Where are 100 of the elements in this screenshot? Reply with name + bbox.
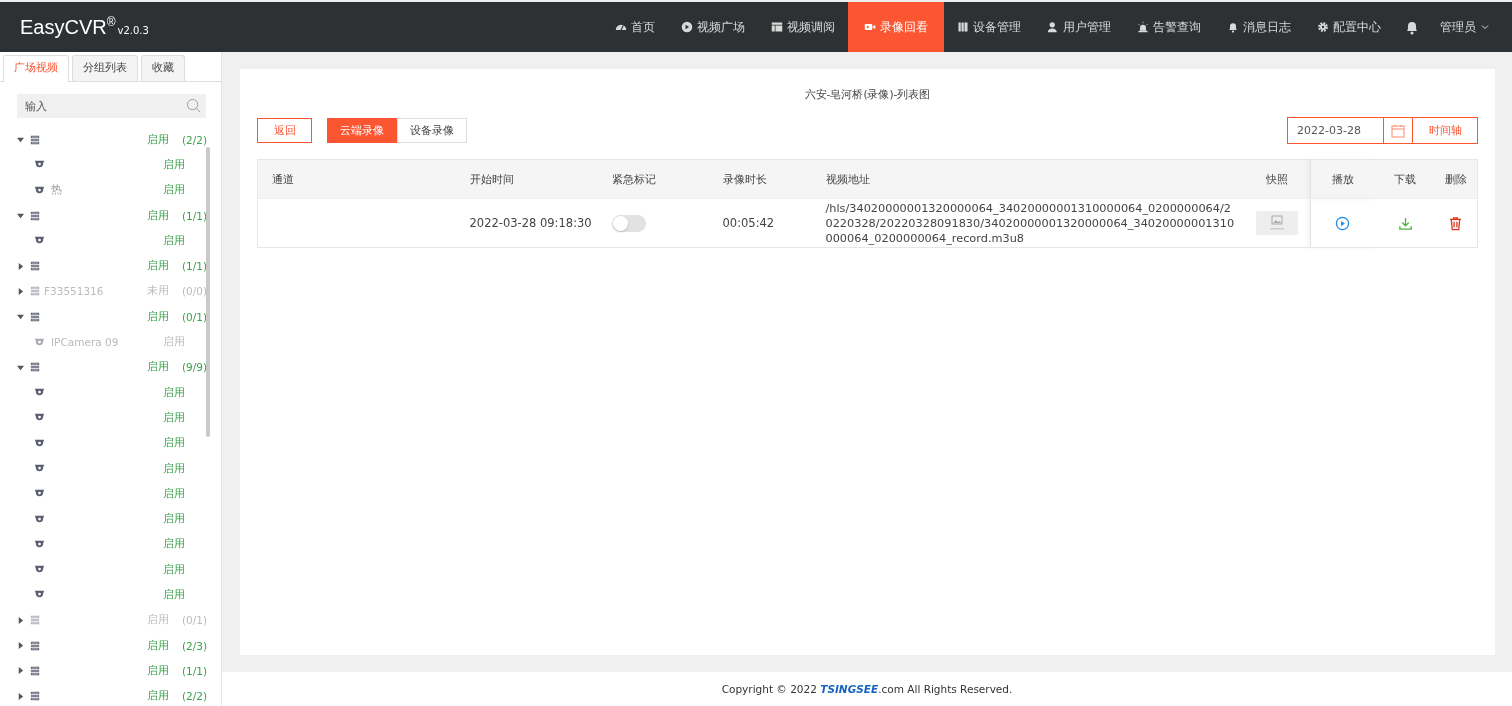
- play-icon: [681, 21, 693, 33]
- channel-count: (0/0): [180, 285, 207, 298]
- gear-icon: [1317, 21, 1329, 33]
- server-icon: [30, 210, 40, 221]
- grid-icon: [771, 21, 783, 33]
- group-name: F33551316: [44, 285, 104, 298]
- status-label: 启用: [163, 335, 185, 349]
- column-header: 播放: [1331, 172, 1354, 186]
- status-label: 启用: [163, 537, 185, 552]
- tree-camera-row[interactable]: 启用: [17, 228, 207, 254]
- siren-icon: [1137, 21, 1149, 33]
- caret-icon: [17, 262, 24, 270]
- nav-item[interactable]: 设备管理: [944, 2, 1034, 52]
- status-label: 启用: [147, 309, 169, 324]
- status-label: 启用: [147, 360, 169, 375]
- camera-name: 热: [51, 183, 62, 196]
- sidebar-tab[interactable]: 分组列表: [72, 55, 138, 81]
- bell-icon: [1227, 21, 1239, 33]
- status-label: 启用: [147, 638, 169, 653]
- status-label: 启用: [147, 663, 169, 678]
- source-tab[interactable]: 设备录像: [397, 118, 467, 143]
- caret-icon: [17, 616, 24, 624]
- column-header: 通道: [272, 172, 294, 186]
- tree-camera-row[interactable]: 启用: [17, 152, 207, 178]
- column-header: 删除: [1444, 172, 1467, 186]
- source-tab[interactable]: 云端录像: [327, 118, 397, 143]
- status-label: 启用: [147, 689, 169, 704]
- channel-count: (0/1): [180, 614, 207, 627]
- play-icon[interactable]: [1335, 215, 1351, 231]
- status-label: 启用: [163, 183, 185, 198]
- user-menu[interactable]: 管理员: [1434, 2, 1512, 52]
- nav-item[interactable]: 告警查询: [1124, 2, 1214, 52]
- server-icon: [30, 640, 40, 651]
- column-header: 紧急标记: [611, 172, 656, 186]
- server-icon: [30, 286, 40, 297]
- camera-icon: [34, 538, 45, 550]
- nav-item[interactable]: 配置中心: [1304, 2, 1394, 52]
- tree-camera-row[interactable]: 启用: [17, 506, 207, 532]
- channel-count: (1/1): [180, 209, 207, 222]
- camera-icon: [34, 463, 45, 474]
- camera-icon: [34, 336, 45, 348]
- download-icon[interactable]: [1397, 215, 1413, 231]
- sidebar-tab[interactable]: 广场视频: [3, 55, 69, 82]
- column-header: 视频地址: [825, 172, 870, 186]
- back-button[interactable]: 返回: [257, 118, 312, 143]
- tree-camera-row[interactable]: 启用: [17, 531, 207, 558]
- notification-bell-icon[interactable]: [1404, 19, 1420, 35]
- caret-icon: [17, 667, 24, 675]
- nav-item[interactable]: 消息日志: [1214, 2, 1304, 52]
- tree-group-row[interactable]: 启用 (9/9): [17, 354, 207, 380]
- caret-icon: [17, 363, 24, 371]
- copyright-text: Copyright © 2022 TSINGSEE.com All Rights Reserved.: [721, 683, 1013, 695]
- table-cell: 2022-03-28 09:18:30: [469, 216, 592, 230]
- toggle-switch[interactable]: [611, 214, 646, 232]
- camera-icon: [34, 184, 45, 196]
- tree-group-row[interactable]: 启用 (2/3): [17, 632, 207, 659]
- channel-count: (1/1): [180, 260, 207, 273]
- status-label: 启用: [163, 385, 185, 400]
- scrollbar[interactable]: [206, 147, 210, 437]
- nav-item[interactable]: 录像回看: [848, 2, 944, 52]
- camera-name: IPCamera 09: [51, 336, 119, 348]
- status-label: 未用: [147, 284, 169, 299]
- tree-camera-row[interactable]: 热 启用: [17, 177, 207, 203]
- channel-count: (1/1): [180, 664, 207, 677]
- tree-camera-row[interactable]: 启用: [17, 455, 207, 482]
- page-title: 六安-皂河桥(录像)-列表图: [803, 87, 932, 102]
- tree-group-row[interactable]: 启用 (1/1): [17, 202, 207, 229]
- nav-item[interactable]: 首页: [602, 2, 668, 52]
- caret-icon: [17, 642, 24, 650]
- nav-item[interactable]: 用户管理: [1034, 2, 1124, 52]
- trash-icon[interactable]: [1448, 215, 1464, 231]
- tree-group-row[interactable]: 启用 (2/2): [17, 127, 207, 153]
- server-icon: [30, 311, 40, 322]
- caret-icon: [17, 212, 24, 220]
- camera-icon: [34, 437, 45, 449]
- sidebar-tab[interactable]: 收藏: [141, 55, 185, 81]
- tree-camera-row[interactable]: 启用: [17, 379, 207, 406]
- tree-camera-row[interactable]: 启用: [17, 405, 207, 431]
- column-header: 录像时长: [722, 172, 767, 186]
- user-icon: [1047, 21, 1059, 33]
- server-icon: [30, 691, 40, 702]
- tree-camera-row[interactable]: 启用: [17, 430, 207, 456]
- server-icon: [30, 261, 40, 272]
- snapshot-thumbnail-icon[interactable]: [1256, 211, 1299, 235]
- tree-group-row[interactable]: 启用 (1/1): [17, 658, 207, 684]
- status-label: 启用: [163, 436, 185, 451]
- tree-group-row[interactable]: 启用 (0/1): [17, 304, 207, 330]
- server-icon: [30, 665, 40, 676]
- tree-group-row[interactable]: 启用 (1/1): [17, 253, 207, 279]
- nav-item[interactable]: 视频调阅: [758, 2, 848, 52]
- nav-item[interactable]: 视频广场: [668, 2, 758, 52]
- search-field[interactable]: 输入: [17, 94, 206, 118]
- server-icon: [30, 362, 40, 373]
- tree-group-row[interactable]: 启用 (2/2): [17, 683, 207, 706]
- tree-camera-row[interactable]: 启用: [17, 557, 207, 583]
- status-label: 启用: [163, 512, 185, 527]
- tree-camera-row[interactable]: 启用: [17, 481, 207, 507]
- channel-count: (2/2): [180, 133, 207, 146]
- tree-camera-row[interactable]: 启用: [17, 582, 207, 608]
- column-header: 快照: [1266, 172, 1289, 186]
